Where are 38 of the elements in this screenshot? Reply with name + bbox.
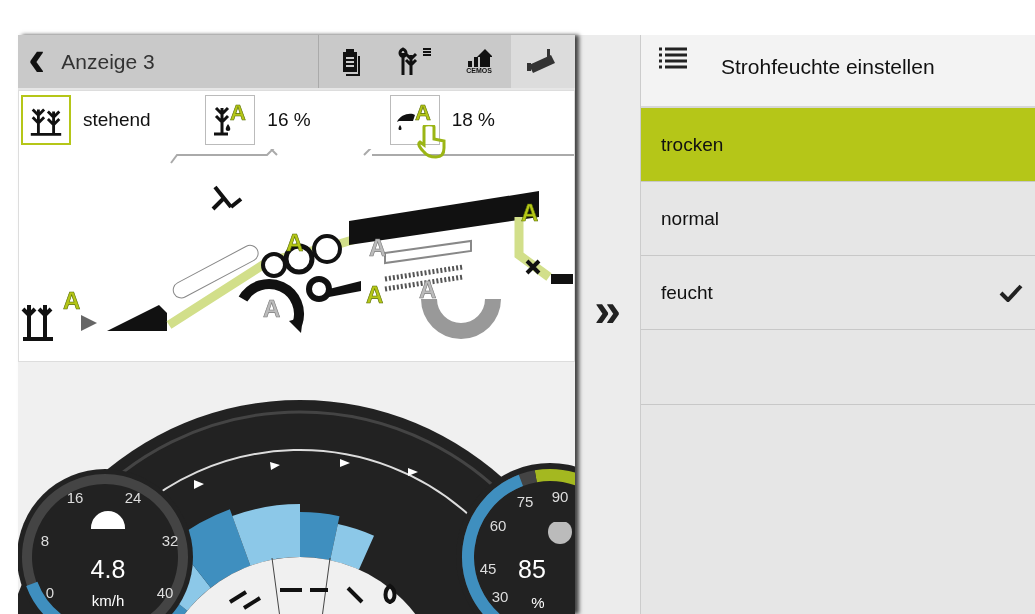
auto-mark: A	[263, 295, 281, 322]
gauge-tick-label: 8	[40, 531, 50, 549]
gauge-tick-label: 60	[489, 516, 507, 534]
grain-tank-icon	[548, 522, 572, 544]
panel-title: Strohfeuchte einstellen	[721, 55, 935, 79]
gauge-tick-label: 90	[551, 487, 569, 505]
auto-mark: A	[369, 234, 387, 261]
auto-mark: A	[419, 276, 437, 303]
status-icon-button[interactable]	[21, 95, 71, 145]
bar-chart-arrow-icon	[466, 49, 492, 67]
load-value: 85	[518, 555, 546, 583]
gauge-tick-label: 30	[491, 587, 509, 605]
gauge-tick-label: 75	[516, 492, 534, 510]
gauge-tick-label: 0	[45, 583, 55, 601]
status-value: stehend	[83, 109, 151, 131]
status-value: 18 %	[451, 109, 495, 131]
gauge-tick-label: 45	[479, 559, 497, 577]
speed-value: 4.8	[90, 555, 126, 583]
gauge-tick-label: 32	[161, 531, 179, 549]
crop-list-icon	[397, 46, 433, 77]
gauge-tick-label: 16	[66, 488, 84, 506]
straw-moisture-icon	[396, 113, 415, 130]
auto-mark: A	[366, 281, 384, 308]
screen-title: Anzeige 3	[61, 49, 155, 74]
option-item[interactable]: trocken	[641, 108, 1035, 182]
collapse-button[interactable]: »	[594, 290, 621, 330]
crop-moisture-icon	[212, 106, 231, 136]
crop-icon	[29, 108, 63, 136]
auto-mark: A	[414, 100, 431, 125]
status-value: 16 %	[267, 109, 311, 131]
camera-button[interactable]	[511, 35, 575, 88]
speed-unit: km/h	[91, 592, 125, 609]
auto-mark: A	[230, 100, 247, 125]
auto-mark: A	[63, 287, 81, 314]
load-unit: %	[531, 594, 545, 611]
gauge-tick-label: 40	[156, 583, 174, 601]
back-button[interactable]: ‹	[18, 35, 56, 80]
gauge-tick-label: 24	[124, 488, 142, 506]
